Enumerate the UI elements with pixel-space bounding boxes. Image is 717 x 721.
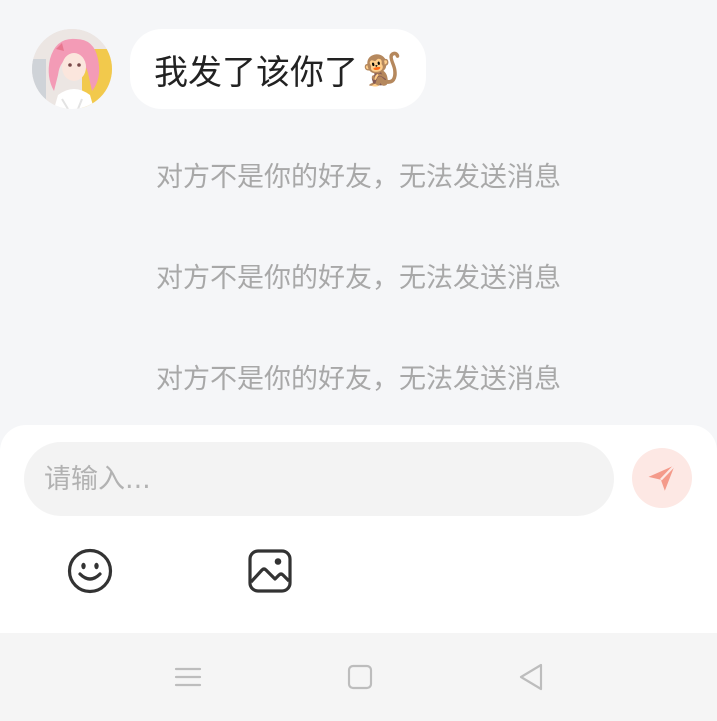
recent-apps-button[interactable]: [173, 662, 203, 692]
message-input[interactable]: [24, 442, 614, 516]
back-button[interactable]: [516, 662, 546, 692]
back-icon: [519, 663, 543, 691]
smiley-icon: [67, 548, 113, 594]
send-button[interactable]: [632, 448, 692, 508]
image-icon: [248, 549, 292, 593]
system-notice: 对方不是你的好友，无法发送消息: [156, 364, 561, 395]
system-notice: 对方不是你的好友，无法发送消息: [156, 162, 561, 193]
system-notice: 对方不是你的好友，无法发送消息: [156, 263, 561, 294]
paper-plane-icon: [648, 464, 676, 491]
avatar-illustration: [32, 29, 112, 109]
message-composer: [0, 425, 717, 633]
message-row: 我发了该你了 🐒: [32, 29, 426, 109]
message-bubble[interactable]: 我发了该你了 🐒: [130, 29, 426, 109]
menu-icon: [174, 667, 202, 687]
system-navigation-bar: [0, 633, 717, 721]
chat-area: 我发了该你了 🐒 对方不是你的好友，无法发送消息 对方不是你的好友，无法发送消息…: [0, 0, 717, 430]
image-button[interactable]: [247, 548, 293, 594]
avatar[interactable]: [32, 29, 112, 109]
message-text: 我发了该你了: [154, 52, 358, 93]
monkey-emoji: 🐒: [362, 50, 402, 88]
home-icon: [347, 664, 373, 690]
home-button[interactable]: [345, 662, 375, 692]
emoji-button[interactable]: [67, 548, 113, 594]
